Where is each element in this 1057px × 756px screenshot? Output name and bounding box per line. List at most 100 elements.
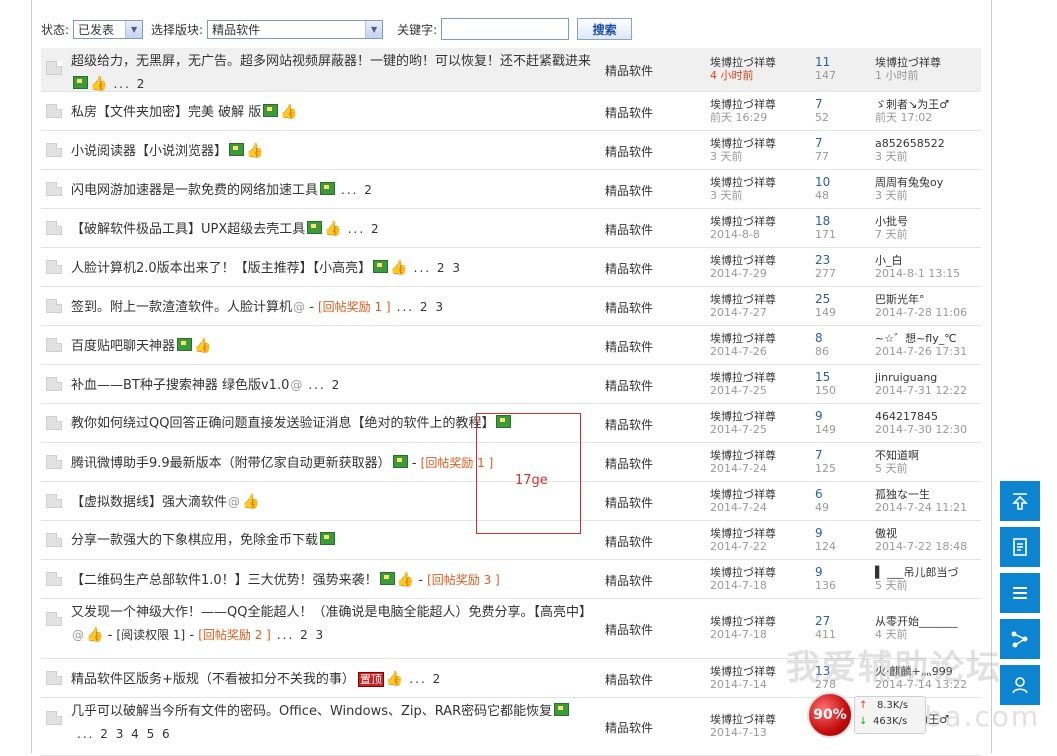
forum-name[interactable]: 精品软件: [605, 299, 653, 316]
reply-count[interactable]: 15: [815, 371, 836, 384]
forum-name[interactable]: 精品软件: [605, 572, 653, 589]
last-poster[interactable]: a852658522: [875, 137, 985, 150]
forum-name[interactable]: 精品软件: [605, 719, 653, 736]
thread-title-link[interactable]: 补血——BT种子搜索神器 绿色版v1.0: [71, 378, 289, 393]
last-post-time[interactable]: 3 天前: [875, 150, 985, 163]
last-post-time[interactable]: 2014-7-22 18:48: [875, 540, 985, 553]
last-poster[interactable]: 不知道啊: [875, 449, 985, 462]
thread-title-link[interactable]: 私房【文件夹加密】完美 破解 版: [71, 105, 261, 120]
forum-name[interactable]: 精品软件: [605, 671, 653, 688]
author-name[interactable]: 埃博拉づ祥尊: [710, 371, 776, 384]
status-select[interactable]: 已发表 ▼: [73, 19, 144, 39]
reply-count[interactable]: 8: [815, 332, 829, 345]
page-links[interactable]: ... 2: [113, 77, 146, 91]
section-select[interactable]: 精品软件 ▼: [207, 19, 384, 39]
forum-name[interactable]: 精品软件: [605, 416, 653, 433]
keyword-input[interactable]: [441, 18, 570, 40]
forum-name[interactable]: 精品软件: [605, 143, 653, 160]
last-poster[interactable]: jinruiguang: [875, 371, 985, 384]
last-post-time[interactable]: 2014-7-24 11:21: [875, 501, 985, 514]
last-post-time[interactable]: 5 天前: [875, 462, 985, 475]
reply-count[interactable]: 7: [815, 137, 829, 150]
thread-title-link[interactable]: 精品软件区版务+版规（不看被扣分不关我的事）: [71, 672, 355, 687]
last-post-time[interactable]: 5 天前: [875, 579, 985, 592]
thread-title-link[interactable]: 【虚拟数据线】强大滴软件: [71, 495, 227, 510]
author-name[interactable]: 埃博拉づ祥尊: [710, 713, 776, 726]
page-links[interactable]: ... 2 3: [277, 628, 325, 642]
forum-name[interactable]: 精品软件: [605, 62, 653, 79]
author-name[interactable]: 埃博拉づ祥尊: [710, 488, 776, 501]
thread-title-link[interactable]: 腾讯微博助手9.9最新版本（附带亿家自动更新获取器）: [71, 456, 391, 471]
forum-name[interactable]: 精品软件: [605, 494, 653, 511]
reply-count[interactable]: 27: [815, 615, 836, 628]
last-poster[interactable]: 小_白: [875, 254, 985, 267]
thread-title-link[interactable]: 分享一款强大的下象棋应用，免除金币下载: [71, 533, 318, 548]
author-name[interactable]: 埃博拉づ祥尊: [710, 254, 776, 267]
last-post-time[interactable]: 2014-7-31 12:22: [875, 384, 985, 397]
table-row[interactable]: 百度贴吧聊天神器 👍 精品软件 埃博拉づ祥尊 2014-7-26 8 86 ~☆゛想~fly_…: [41, 326, 981, 365]
table-row[interactable]: 签到。附上一款渣渣软件。人脸计算机@ - [回帖奖励 1 ]... 2 3 精品软…: [41, 287, 981, 326]
speed-percent[interactable]: 90%: [807, 692, 853, 738]
page-links[interactable]: ... 2 3: [397, 300, 445, 314]
author-name[interactable]: 埃博拉づ祥尊: [710, 527, 776, 540]
page-links[interactable]: ... 2 3: [414, 261, 462, 275]
last-post-time[interactable]: 2014-7-28 11:06: [875, 306, 985, 319]
thread-title-link[interactable]: 百度贴吧聊天神器: [71, 339, 175, 354]
last-post-time[interactable]: 2014-7-30 12:30: [875, 423, 985, 436]
post-button[interactable]: [1000, 527, 1040, 567]
reply-count[interactable]: 9: [815, 527, 836, 540]
page-links[interactable]: ... 2: [341, 183, 374, 197]
table-row[interactable]: 【破解软件极品工具】UPX超级去壳工具 👍 ... 2 精品软件 埃博拉づ祥尊 2014-…: [41, 209, 981, 248]
author-name[interactable]: 埃博拉づ祥尊: [710, 566, 776, 579]
last-poster[interactable]: 孤独な一生: [875, 488, 985, 501]
forum-name[interactable]: 精品软件: [605, 104, 653, 121]
forum-name[interactable]: 精品软件: [605, 221, 653, 238]
back-to-top-button[interactable]: [1000, 481, 1040, 521]
last-poster[interactable]: ゞ刺者↘为王♂: [875, 98, 985, 111]
last-poster[interactable]: 埃博拉づ祥尊: [875, 56, 985, 69]
author-name[interactable]: 埃博拉づ祥尊: [710, 137, 776, 150]
last-post-time[interactable]: 1 小时前: [875, 69, 985, 82]
author-name[interactable]: 埃博拉づ祥尊: [710, 176, 776, 189]
reply-count[interactable]: 18: [815, 215, 836, 228]
author-name[interactable]: 埃博拉づ祥尊: [710, 615, 776, 628]
page-links[interactable]: ... 2: [409, 672, 442, 686]
table-row[interactable]: 超级给力，无黑屏，无广告。超多网站视频屏蔽器！一键的哟！可以恢复！还不赶紧戳进来…: [41, 48, 981, 92]
last-poster[interactable]: ~☆゛想~fly_℃: [875, 332, 985, 345]
forum-name[interactable]: 精品软件: [605, 182, 653, 199]
author-name[interactable]: 埃博拉づ祥尊: [710, 410, 776, 423]
forum-name[interactable]: 精品软件: [605, 377, 653, 394]
table-row[interactable]: 【二维码生产总部软件1.0！】三大优势！强势来袭！ 👍 - [回帖奖励 3 ] 精品…: [41, 560, 981, 599]
last-poster[interactable]: ▌ ___吊儿郎当づ: [875, 566, 985, 579]
user-button[interactable]: [1000, 665, 1040, 705]
page-links[interactable]: ... 2: [308, 378, 341, 392]
last-post-time[interactable]: 2014-8-1 13:15: [875, 267, 985, 280]
thread-title-link[interactable]: 签到。附上一款渣渣软件。人脸计算机: [71, 300, 292, 315]
last-poster[interactable]: 从零开始_______: [875, 615, 985, 628]
reply-count[interactable]: 11: [815, 56, 836, 69]
last-post-time[interactable]: 7 天前: [875, 228, 985, 241]
forum-name[interactable]: 精品软件: [605, 260, 653, 277]
reply-count[interactable]: 25: [815, 293, 836, 306]
reply-count[interactable]: 9: [815, 566, 836, 579]
author-name[interactable]: 埃博拉づ祥尊: [710, 293, 776, 306]
network-speed-widget[interactable]: 90% ↑ 8.3K/s ↓ 463K/s: [807, 690, 927, 740]
search-button[interactable]: 搜索: [577, 18, 633, 40]
thread-title-link[interactable]: 【二维码生产总部软件1.0！】三大优势！强势来袭！: [71, 573, 378, 588]
thread-title-link[interactable]: 小说阅读器【小说浏览器】: [71, 144, 227, 159]
reply-count[interactable]: 10: [815, 176, 830, 189]
thread-title-link[interactable]: 闪电网游加速器是一款免费的网络加速工具: [71, 183, 318, 198]
reply-count[interactable]: 7: [815, 98, 829, 111]
thread-title-link[interactable]: 人脸计算机2.0版本出来了！【版主推荐】【小高亮】: [71, 261, 371, 276]
last-poster[interactable]: 周周有兔兔oy: [875, 176, 985, 189]
table-row[interactable]: 私房【文件夹加密】完美 破解 版 👍 精品软件 埃博拉づ祥尊 前天 16:29 7 52 ゞ刺…: [41, 92, 981, 131]
reply-count[interactable]: 9: [815, 410, 836, 423]
author-name[interactable]: 埃博拉づ祥尊: [710, 332, 776, 345]
last-poster[interactable]: 傲视: [875, 527, 985, 540]
list-button[interactable]: [1000, 573, 1040, 613]
page-links[interactable]: ... 2 3 4 5 6: [77, 727, 172, 741]
forum-name[interactable]: 精品软件: [605, 621, 653, 638]
reply-count[interactable]: 6: [815, 488, 829, 501]
table-row[interactable]: 闪电网游加速器是一款免费的网络加速工具 ... 2 精品软件 埃博拉づ祥尊 3 天前 10…: [41, 170, 981, 209]
table-row[interactable]: 小说阅读器【小说浏览器】 👍 精品软件 埃博拉づ祥尊 3 天前 7 77 a852658522…: [41, 131, 981, 170]
